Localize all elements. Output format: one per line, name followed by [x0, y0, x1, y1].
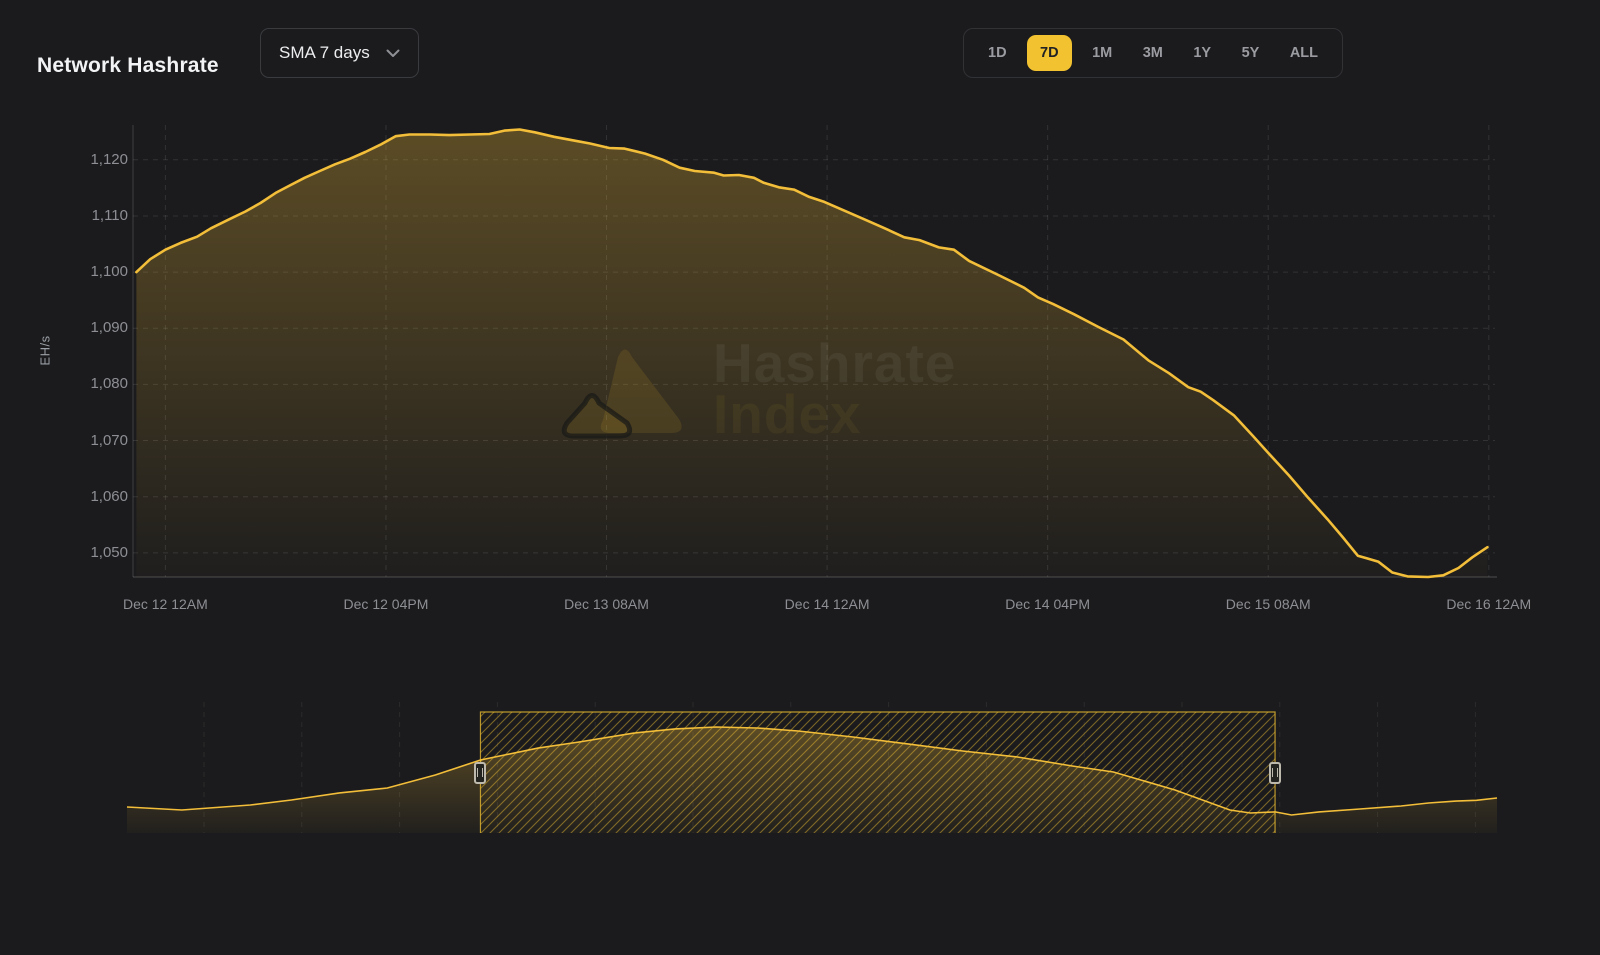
y-axis-title: EH/s — [37, 335, 53, 366]
main-grid — [132, 125, 1497, 578]
navigator-handle-left-icon[interactable] — [474, 761, 487, 784]
x-tick-label: Dec 12 12AM — [122, 596, 208, 612]
range-button-1y[interactable]: 1Y — [1183, 35, 1221, 71]
x-tick-label: Dec 13 08AM — [564, 596, 649, 612]
navigator-selection[interactable] — [480, 712, 1276, 833]
y-tick-label: 1,090 — [90, 319, 128, 337]
x-tick-label: Dec 14 12AM — [784, 596, 870, 612]
y-tick-label: 1,110 — [91, 206, 128, 224]
range-button-3m[interactable]: 3M — [1133, 35, 1173, 71]
chevron-down-icon — [386, 49, 400, 58]
range-button-all[interactable]: ALL — [1280, 35, 1328, 71]
range-switcher: 1D 7D 1M 3M 1Y 5Y ALL — [963, 28, 1343, 78]
range-button-7d[interactable]: 7D — [1027, 35, 1072, 71]
navigator-handle-right-icon[interactable] — [1269, 761, 1282, 784]
hashrate-line — [135, 128, 1489, 579]
range-button-1d[interactable]: 1D — [978, 35, 1017, 71]
x-tick-label: Dec 16 12AM — [1446, 596, 1532, 612]
sma-dropdown[interactable]: SMA 7 days — [260, 28, 419, 78]
x-tick-label: Dec 15 08AM — [1225, 596, 1311, 612]
chart-canvas[interactable] — [0, 0, 1600, 955]
hashrate-index-logo-icon — [557, 330, 693, 447]
navigator-grid — [203, 702, 1476, 833]
hashrate-area — [136, 129, 1488, 577]
x-tick-label: Dec 12 04PM — [343, 596, 429, 612]
y-tick-label: 1,100 — [90, 263, 128, 281]
y-tick-label: 1,050 — [90, 543, 128, 561]
watermark-text: Hashrate Index — [713, 331, 957, 445]
page-title: Network Hashrate — [37, 54, 219, 78]
sma-dropdown-value: SMA 7 days — [279, 43, 370, 62]
hashrate-index-watermark: Hashrate Index — [557, 330, 956, 447]
y-tick-label: 1,070 — [90, 431, 128, 449]
navigator-area — [127, 727, 1497, 833]
network-hashrate-panel: Network Hashrate SMA 7 days 1D 7D 1M 3M 1Y 5Y… — [0, 0, 1600, 955]
y-tick-label: 1,080 — [90, 375, 128, 393]
range-button-1m[interactable]: 1M — [1082, 35, 1122, 71]
y-tick-label: 1,060 — [90, 487, 128, 505]
range-button-5y[interactable]: 5Y — [1232, 35, 1270, 71]
x-tick-label: Dec 14 04PM — [1005, 596, 1091, 612]
y-tick-label: 1,120 — [90, 150, 128, 168]
navigator-selection-border — [479, 711, 1276, 833]
navigator-line — [126, 726, 1498, 816]
